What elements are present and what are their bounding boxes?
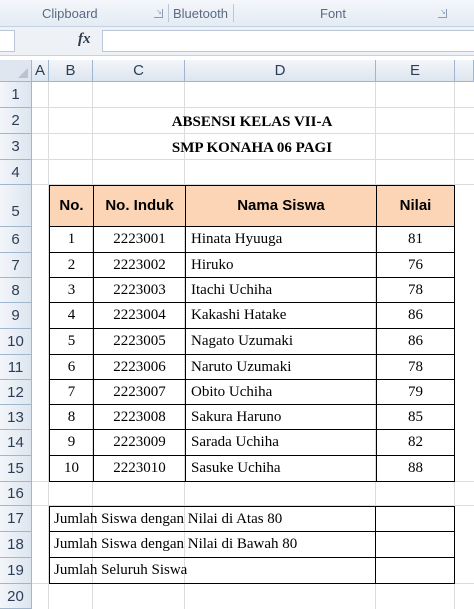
cell-nilai[interactable]: 78 (376, 278, 455, 303)
cell-no[interactable]: 9 (49, 430, 93, 456)
sheet-title: ABSENSI KELAS VII-A (171, 114, 333, 130)
column-header-c[interactable]: C (93, 60, 185, 82)
column-header-e[interactable]: E (376, 60, 455, 82)
cell-nilai[interactable]: 86 (376, 329, 455, 355)
cell-induk[interactable]: 2223007 (93, 380, 185, 405)
name-box[interactable] (0, 30, 15, 52)
cell-nilai[interactable]: 78 (376, 355, 455, 380)
cell-induk[interactable]: 2223009 (93, 430, 185, 456)
summary-label-below-80[interactable]: Jumlah Siswa dengan Nilai di Bawah 80 (49, 532, 376, 558)
clipboard-dialog-launcher-icon[interactable]: ↘ (154, 9, 163, 18)
cell-nama[interactable]: Hinata Hyuuga (185, 227, 376, 253)
cell-no[interactable]: 5 (49, 329, 93, 355)
ribbon-group-bar: Clipboard ↘ Bluetooth Font ↘ (0, 0, 474, 27)
header-no[interactable]: No. (49, 185, 93, 227)
row-header-15[interactable]: 15 (0, 456, 32, 482)
row-header-12[interactable]: 12 (0, 380, 32, 405)
insert-function-icon[interactable]: fx (78, 31, 91, 48)
cell-nilai[interactable]: 86 (376, 303, 455, 329)
ribbon-group-bluetooth: Bluetooth (173, 6, 228, 21)
row-header-10[interactable]: 10 (0, 329, 32, 355)
row-header-9[interactable]: 9 (0, 303, 32, 329)
summary-value-above-80[interactable] (376, 506, 455, 532)
cell-nama[interactable]: Itachi Uchiha (185, 278, 376, 303)
row-header-14[interactable]: 14 (0, 430, 32, 456)
cell-induk[interactable]: 2223010 (93, 456, 185, 482)
cell-nilai[interactable]: 76 (376, 253, 455, 278)
gridline (32, 133, 474, 134)
row-header-11[interactable]: 11 (0, 355, 32, 380)
cell-no[interactable]: 6 (49, 355, 93, 380)
ribbon-group-clipboard: Clipboard (42, 6, 98, 21)
summary-label-above-80[interactable]: Jumlah Siswa dengan Nilai di Atas 80 (49, 506, 376, 532)
gridline (32, 107, 474, 108)
row-header-4[interactable]: 4 (0, 160, 32, 185)
cell-no[interactable]: 7 (49, 380, 93, 405)
cell-nama[interactable]: Obito Uchiha (185, 380, 376, 405)
cell-nilai[interactable]: 88 (376, 456, 455, 482)
cell-nilai[interactable]: 81 (376, 227, 455, 253)
row-header-6[interactable]: 6 (0, 227, 32, 253)
cell-induk[interactable]: 2223004 (93, 303, 185, 329)
row-header-13[interactable]: 13 (0, 405, 32, 430)
cell-nama[interactable]: Sarada Uchiha (185, 430, 376, 456)
select-all-button[interactable] (0, 60, 32, 82)
row-header-5[interactable]: 5 (0, 185, 32, 227)
row-header-17[interactable]: 17 (0, 506, 32, 532)
cell-nilai[interactable]: 85 (376, 405, 455, 430)
header-nama-siswa[interactable]: Nama Siswa (185, 185, 376, 227)
row-header-8[interactable]: 8 (0, 278, 32, 303)
column-header-d[interactable]: D (185, 60, 376, 82)
cell-nilai[interactable]: 82 (376, 430, 455, 456)
cell-induk[interactable]: 2223006 (93, 355, 185, 380)
row-header-1[interactable]: 1 (0, 82, 32, 108)
cell-induk[interactable]: 2223001 (93, 227, 185, 253)
header-nilai[interactable]: Nilai (376, 185, 455, 227)
gridline (32, 159, 474, 160)
row-header-2[interactable]: 2 (0, 108, 32, 134)
formula-input[interactable] (102, 30, 474, 52)
formula-bar: fx (0, 27, 474, 56)
row-header-7[interactable]: 7 (0, 253, 32, 278)
cell-induk[interactable]: 2223008 (93, 405, 185, 430)
cell-nilai[interactable]: 79 (376, 380, 455, 405)
cell-induk[interactable]: 2223003 (93, 278, 185, 303)
cell-nama[interactable]: Sasuke Uchiha (185, 456, 376, 482)
column-header-b[interactable]: B (49, 60, 93, 82)
header-no-induk[interactable]: No. Induk (93, 185, 185, 227)
cell-no[interactable]: 1 (49, 227, 93, 253)
cell-no[interactable]: 8 (49, 405, 93, 430)
row-header-19[interactable]: 19 (0, 558, 32, 584)
column-header-a[interactable]: A (32, 60, 49, 82)
column-header-f[interactable] (455, 60, 474, 82)
cell-no[interactable]: 3 (49, 278, 93, 303)
cell-nama[interactable]: Sakura Haruno (185, 405, 376, 430)
summary-value-below-80[interactable] (376, 532, 455, 558)
ribbon-separator (168, 4, 169, 22)
cell-nama[interactable]: Naruto Uzumaki (185, 355, 376, 380)
row-header-3[interactable]: 3 (0, 134, 32, 160)
cell-induk[interactable]: 2223002 (93, 253, 185, 278)
row-header-20[interactable]: 20 (0, 584, 32, 609)
cell-nama[interactable]: Kakashi Hatake (185, 303, 376, 329)
row-header-16[interactable]: 16 (0, 482, 32, 506)
cell-nama[interactable]: Hiruko (185, 253, 376, 278)
summary-value-total[interactable] (376, 558, 455, 584)
summary-label-total[interactable]: Jumlah Seluruh Siswa (49, 558, 376, 584)
row-header-18[interactable]: 18 (0, 532, 32, 558)
ribbon-group-font: Font (320, 6, 347, 21)
cell-no[interactable]: 10 (49, 456, 93, 482)
cell-nama[interactable]: Nagato Uzumaki (185, 329, 376, 355)
sheet-subtitle: SMP KONAHA 06 PAGI (171, 140, 333, 156)
ribbon-separator (233, 4, 234, 22)
cell-no[interactable]: 4 (49, 303, 93, 329)
cell-no[interactable]: 2 (49, 253, 93, 278)
cell-induk[interactable]: 2223005 (93, 329, 185, 355)
font-dialog-launcher-icon[interactable]: ↘ (438, 9, 447, 18)
select-all-icon (18, 68, 28, 78)
